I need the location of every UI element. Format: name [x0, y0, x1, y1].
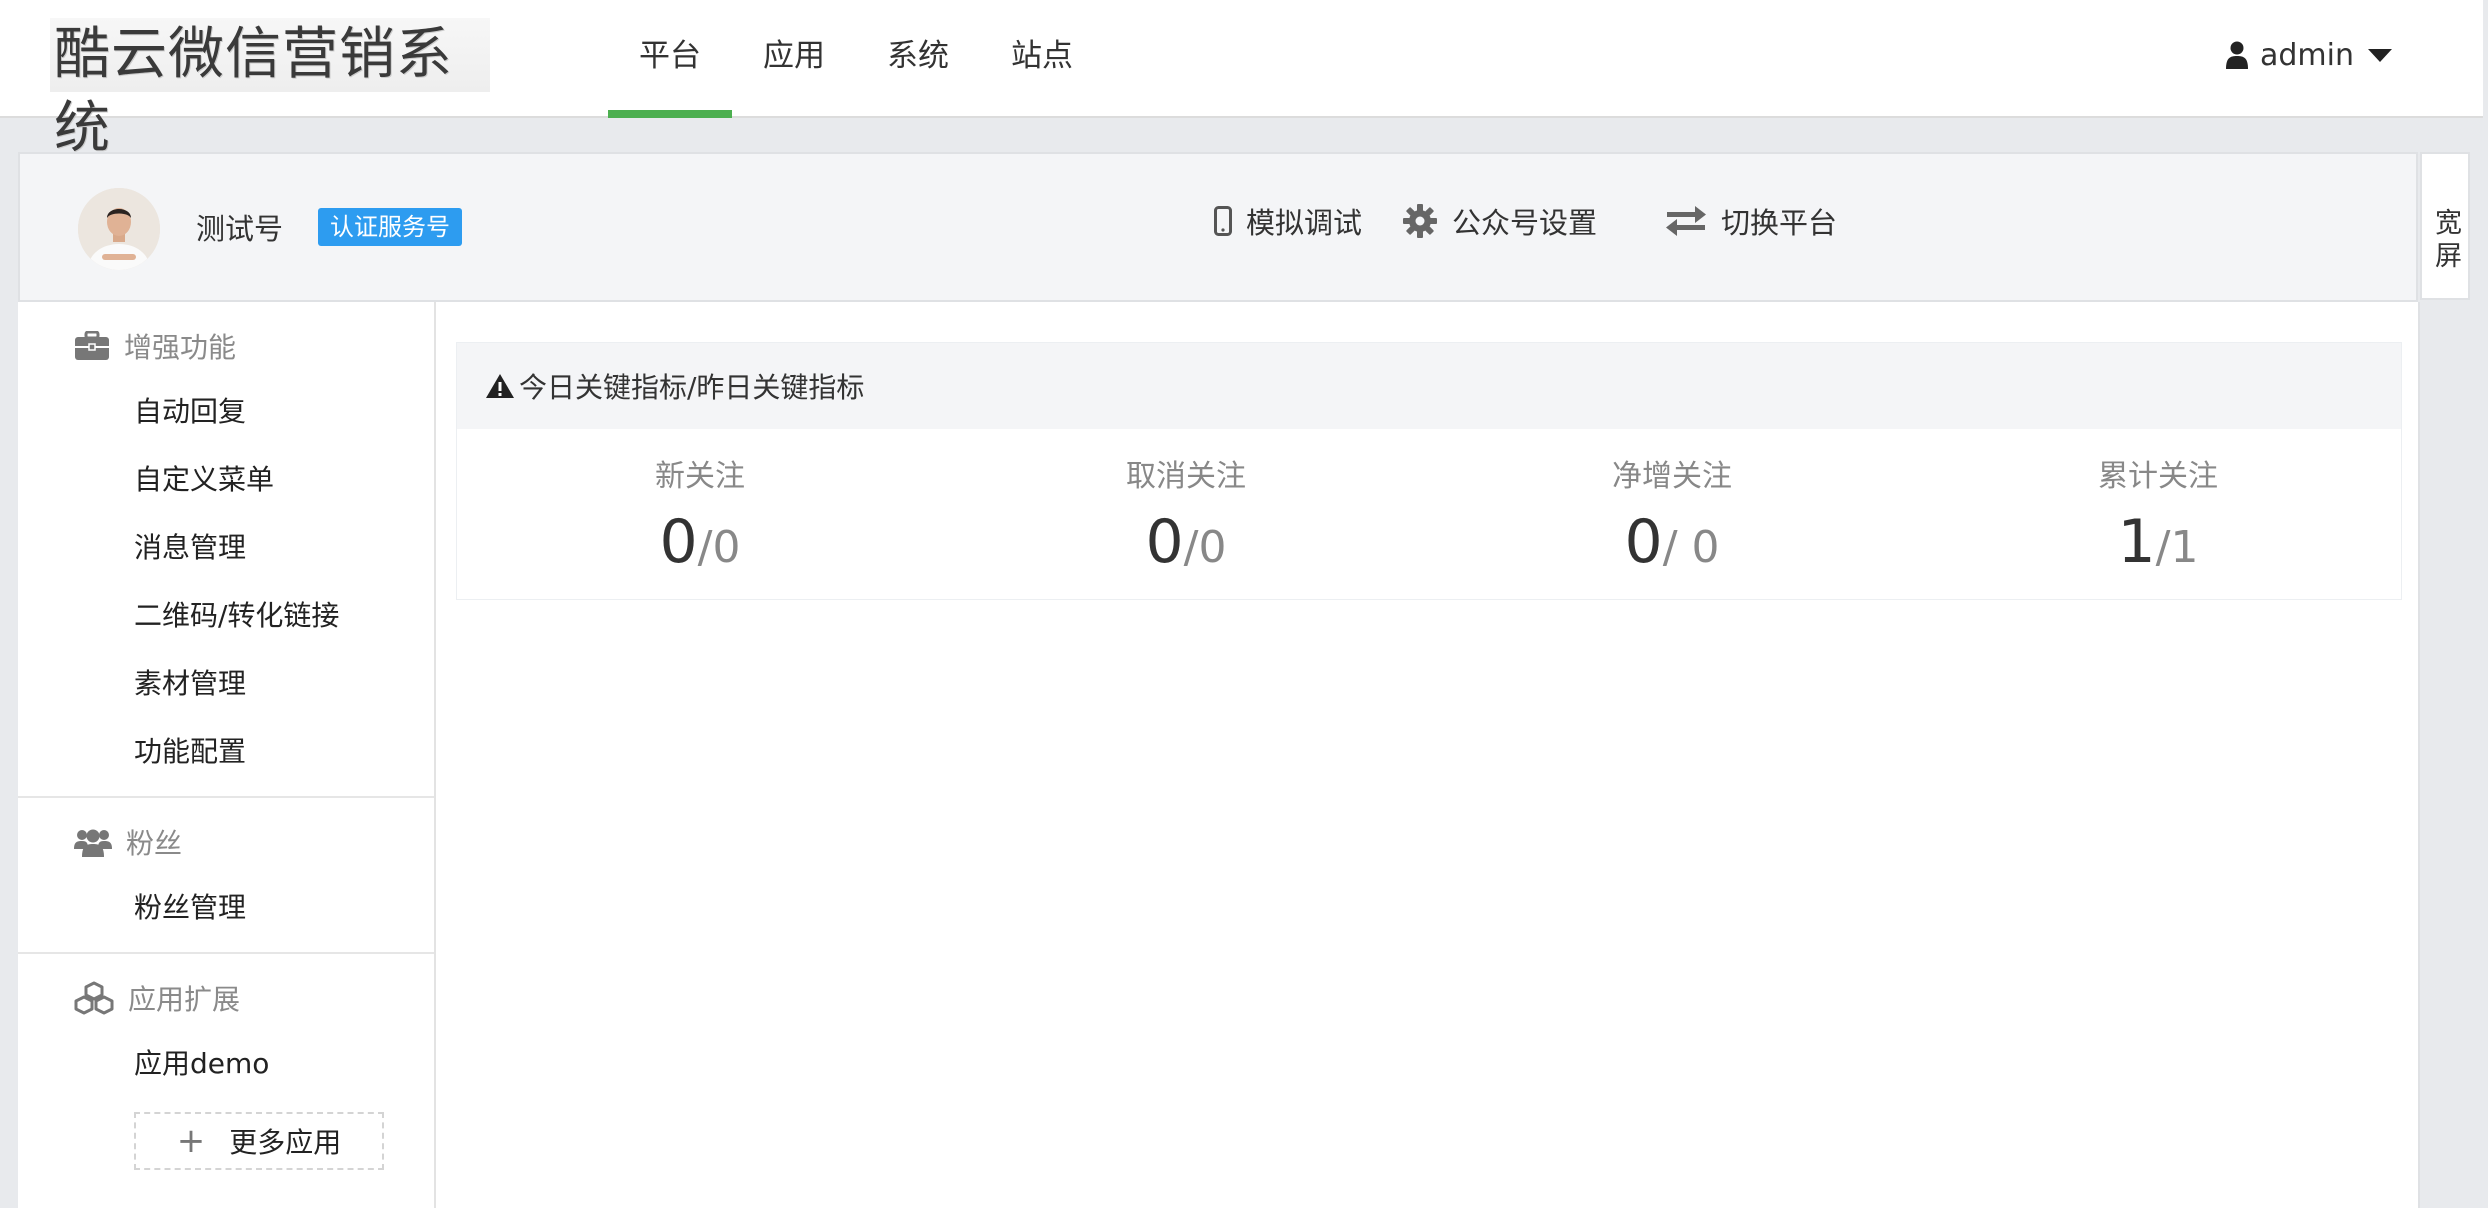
user-name: admin	[2260, 37, 2354, 73]
sidebar: 增强功能 自动回复 自定义菜单 消息管理 二维码/转化链接 素材管理 功能配置 …	[18, 302, 436, 1208]
sidebar-item-config[interactable]: 功能配置	[18, 718, 434, 786]
sidebar-group-header: 粉丝	[18, 810, 434, 874]
simulate-debug-button[interactable]: 模拟调试	[1214, 200, 1362, 242]
tab-apps[interactable]: 应用	[732, 0, 856, 118]
exchange-icon	[1666, 206, 1707, 236]
user-menu[interactable]: admin	[2226, 30, 2392, 80]
sidebar-group-title: 应用扩展	[128, 983, 241, 1016]
metric-today: 0	[659, 507, 698, 577]
metric-unfollow: 取消关注 0/0	[943, 429, 1429, 599]
sidebar-item-custom-menu[interactable]: 自定义菜单	[18, 446, 434, 514]
metrics-panel: 今日关键指标/昨日关键指标 新关注 0/0 取消关注 0/0 净增关注 0/ 0	[456, 342, 2402, 600]
sidebar-item-materials[interactable]: 素材管理	[18, 650, 434, 718]
more-apps-label: 更多应用	[229, 1126, 342, 1159]
wide-screen-toggle[interactable]: 宽屏	[2420, 152, 2470, 300]
user-icon	[2226, 41, 2248, 69]
metric-label: 取消关注	[1126, 459, 1246, 494]
mobile-icon	[1214, 206, 1232, 236]
metric-yesterday: / 0	[1662, 522, 1720, 573]
switch-platform-button[interactable]: 切换平台	[1665, 200, 1837, 242]
metric-today: 0	[1145, 507, 1184, 577]
sidebar-group-header: 增强功能	[18, 314, 434, 378]
metric-new-follow: 新关注 0/0	[457, 429, 943, 599]
metric-value: 0/0	[457, 507, 943, 577]
sidebar-group-title: 增强功能	[124, 331, 237, 364]
main-content: 今日关键指标/昨日关键指标 新关注 0/0 取消关注 0/0 净增关注 0/ 0	[436, 302, 2418, 1208]
tab-system[interactable]: 系统	[856, 0, 980, 118]
metric-value: 0/0	[943, 507, 1429, 577]
account-name: 测试号	[196, 212, 284, 246]
account-header: 测试号 认证服务号 模拟调试 公众号设置 切换平台	[18, 152, 2418, 302]
top-navbar: 酷云微信营销系统 平台 应用 系统 站点 admin	[0, 0, 2483, 161]
metric-value: 1/1	[1915, 507, 2401, 577]
account-actions: 模拟调试 公众号设置 切换平台	[1214, 200, 1877, 242]
sidebar-item-fan-management[interactable]: 粉丝管理	[18, 874, 434, 942]
metric-label: 新关注	[655, 459, 745, 494]
account-settings-label: 公众号设置	[1452, 206, 1598, 240]
account-type-badge: 认证服务号	[318, 208, 462, 246]
sidebar-item-auto-reply[interactable]: 自动回复	[18, 378, 434, 446]
switch-platform-label: 切换平台	[1721, 206, 1838, 240]
brand-logo[interactable]: 酷云微信营销系统	[50, 18, 490, 161]
metrics-row: 新关注 0/0 取消关注 0/0 净增关注 0/ 0 累计关注 1/1	[457, 429, 2401, 599]
right-border	[2418, 302, 2420, 1208]
avatar-image	[78, 188, 160, 270]
tab-platform[interactable]: 平台	[608, 0, 732, 118]
tab-site[interactable]: 站点	[980, 0, 1104, 118]
metric-yesterday: /1	[2155, 522, 2199, 573]
metric-label: 净增关注	[1612, 459, 1732, 494]
users-icon	[74, 829, 112, 857]
sidebar-group-header: 应用扩展	[18, 966, 434, 1030]
metric-today: 0	[1624, 507, 1663, 577]
avatar	[78, 188, 160, 270]
metrics-panel-header: 今日关键指标/昨日关键指标	[457, 343, 2401, 429]
account-settings-button[interactable]: 公众号设置	[1402, 200, 1597, 242]
top-nav: 平台 应用 系统 站点	[608, 0, 1104, 118]
simulate-debug-label: 模拟调试	[1246, 206, 1363, 240]
gear-icon	[1403, 204, 1438, 238]
sidebar-group-app-extensions: 应用扩展 应用demo + 更多应用	[18, 966, 434, 1180]
metric-total-follow: 累计关注 1/1	[1915, 429, 2401, 599]
sidebar-item-qrcode[interactable]: 二维码/转化链接	[18, 582, 434, 650]
metric-yesterday: /0	[697, 522, 741, 573]
sidebar-group-enhanced: 增强功能 自动回复 自定义菜单 消息管理 二维码/转化链接 素材管理 功能配置	[18, 314, 434, 798]
plus-icon: +	[176, 1121, 206, 1161]
warning-icon	[486, 374, 514, 398]
caret-down-icon	[2368, 48, 2392, 62]
metric-value: 0/ 0	[1429, 507, 1915, 577]
sidebar-group-fans: 粉丝 粉丝管理	[18, 810, 434, 954]
metric-today: 1	[2117, 507, 2156, 577]
sidebar-item-app-demo[interactable]: 应用demo	[18, 1030, 434, 1098]
metric-label: 累计关注	[2098, 459, 2218, 494]
briefcase-icon	[75, 331, 109, 360]
metrics-panel-title: 今日关键指标/昨日关键指标	[519, 371, 865, 404]
cubes-icon	[74, 981, 114, 1015]
metric-net-follow: 净增关注 0/ 0	[1429, 429, 1915, 599]
sidebar-item-messages[interactable]: 消息管理	[18, 514, 434, 582]
more-apps-button[interactable]: + 更多应用	[134, 1112, 384, 1170]
sidebar-group-title: 粉丝	[126, 827, 183, 860]
metric-yesterday: /0	[1183, 522, 1227, 573]
